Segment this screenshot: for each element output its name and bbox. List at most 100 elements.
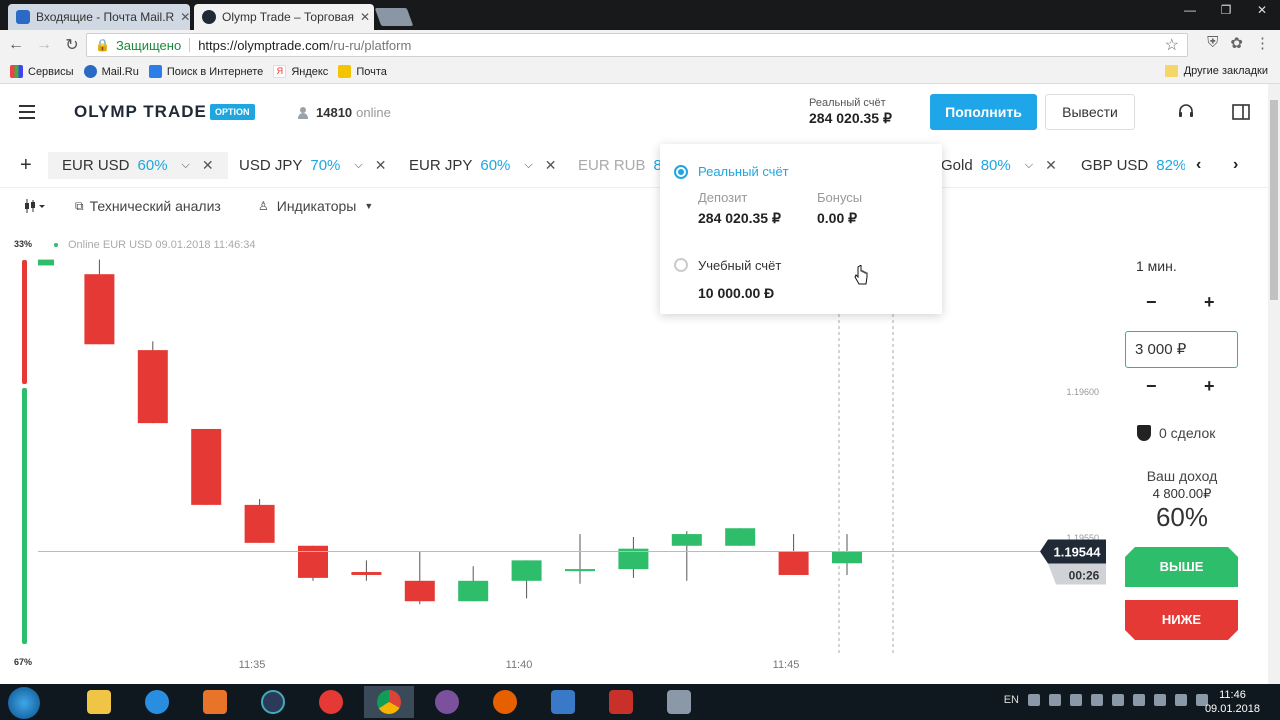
asset-payout: 70% xyxy=(310,157,341,174)
real-account-radio[interactable] xyxy=(674,165,688,179)
taskbar-firefox[interactable] xyxy=(480,686,530,718)
bookmark-yandex[interactable]: Я Яндекс xyxy=(273,65,328,78)
scroll-left-arrow-icon[interactable]: ‹ xyxy=(1196,156,1201,174)
amount-input[interactable]: 3 000 ₽ xyxy=(1125,331,1238,368)
other-bookmarks[interactable]: Другие закладки xyxy=(1164,65,1268,77)
forward-icon[interactable]: → xyxy=(32,36,56,54)
bookmark-mail[interactable]: Почта xyxy=(338,65,387,78)
demo-account-radio[interactable] xyxy=(674,258,688,272)
account-balance: 284 020.35 ₽ xyxy=(809,110,892,126)
deals-counter[interactable]: 0 сделок xyxy=(1137,425,1215,441)
mail-icon xyxy=(338,65,352,78)
taskbar-app10[interactable] xyxy=(654,686,704,718)
extensions: ⛨ ✿ ⋮ xyxy=(1207,34,1280,52)
url-input[interactable]: 🔒 Защищено https://olymptrade.com /ru-ru… xyxy=(86,33,1188,57)
taskbar-chrome[interactable] xyxy=(364,686,414,718)
back-icon[interactable]: ← xyxy=(4,36,28,54)
account-selector[interactable]: Реальный счёт 284 020.35 ₽ xyxy=(809,97,892,127)
extension-icon[interactable]: ✿ xyxy=(1230,34,1243,52)
close-asset-icon[interactable]: ✕ xyxy=(375,157,387,174)
time-minus-button[interactable]: − xyxy=(1146,292,1157,313)
taskbar-yandex[interactable] xyxy=(306,686,356,718)
amount-minus-button[interactable]: − xyxy=(1146,376,1157,397)
language-indicator[interactable]: EN xyxy=(1004,694,1019,706)
sentiment-green-bar xyxy=(22,388,27,644)
shield-extension-icon[interactable]: ⛨ xyxy=(1207,34,1218,52)
page-scrollbar[interactable] xyxy=(1268,84,1280,684)
clock[interactable]: 11:46 09.01.2018 xyxy=(1205,688,1260,716)
chevron-down-icon[interactable]: ⌵ xyxy=(1025,159,1033,172)
deposit-button[interactable]: Пополнить xyxy=(930,94,1037,130)
bonus-label: Бонусы xyxy=(817,190,863,205)
asset-tab-eurusd[interactable]: EUR USD 60% ⌵ ✕ xyxy=(48,152,228,179)
demo-account-title[interactable]: Учебный счёт xyxy=(698,258,781,273)
asset-tab-eurrub[interactable]: EUR RUB 8 xyxy=(578,157,662,174)
bookmark-label: Яндекс xyxy=(291,65,329,78)
asset-tab-gbpusd[interactable]: GBP USD 82% xyxy=(1081,157,1185,174)
online-label: online xyxy=(356,105,391,120)
candle-type-selector[interactable] xyxy=(24,198,46,214)
asset-tabs: + EUR USD 60% ⌵ ✕ USD JPY 70% ⌵ ✕ EUR JP… xyxy=(0,144,1268,188)
add-asset-button[interactable]: + xyxy=(20,154,32,177)
taskbar-app4[interactable] xyxy=(248,686,298,718)
close-asset-icon[interactable]: ✕ xyxy=(545,157,557,174)
browser-tab-mail[interactable]: Входящие - Почта Mail.R ✕ xyxy=(8,4,190,30)
chevron-down-icon[interactable]: ⌵ xyxy=(524,159,532,172)
sidebar-panel-icon[interactable] xyxy=(1231,102,1251,122)
technical-analysis-button[interactable]: ⧉ Технический анализ xyxy=(75,198,221,214)
deposit-label: Депозит xyxy=(698,190,748,205)
real-account-title[interactable]: Реальный счёт xyxy=(698,164,789,179)
taskbar-ie[interactable] xyxy=(132,686,182,718)
browser-tab-olymp[interactable]: Olymp Trade – Торговая ✕ xyxy=(194,4,374,30)
withdraw-button[interactable]: Вывести xyxy=(1045,94,1135,130)
asset-tab-usdjpy[interactable]: USD JPY 70% ⌵ ✕ xyxy=(239,157,386,174)
taskbar-app8[interactable] xyxy=(538,686,588,718)
close-asset-icon[interactable]: ✕ xyxy=(202,157,214,174)
support-headset-icon[interactable] xyxy=(1176,102,1196,122)
taskbar-explorer[interactable] xyxy=(74,686,124,718)
close-asset-icon[interactable]: ✕ xyxy=(1045,157,1057,174)
candle-body xyxy=(351,572,382,575)
yandex-browser-icon xyxy=(319,690,343,714)
candle-body xyxy=(244,504,275,543)
close-window-icon[interactable]: ✕ xyxy=(1244,0,1280,20)
taskbar-app9[interactable] xyxy=(596,686,646,718)
demo-value: 10 000.00 Ð xyxy=(698,285,775,301)
mail-favicon-icon xyxy=(16,10,30,24)
price-chart[interactable]: 1.19600 1.19550 11:35 11:40 11:45 1.19544 00:… xyxy=(0,224,1120,684)
minimize-icon[interactable]: — xyxy=(1172,0,1208,20)
menu-icon[interactable]: ⋮ xyxy=(1255,34,1270,52)
scroll-right-arrow-icon[interactable]: › xyxy=(1233,156,1238,174)
taskbar-viber[interactable] xyxy=(422,686,472,718)
bookmark-services[interactable]: Сервисы xyxy=(10,65,74,78)
hamburger-menu-icon[interactable] xyxy=(19,105,35,123)
other-bookmarks-label: Другие закладки xyxy=(1183,65,1268,77)
expiry-time[interactable]: 1 мин. xyxy=(1136,258,1177,274)
bookmark-star-icon[interactable]: ☆ xyxy=(1165,35,1179,55)
bookmark-search[interactable]: Поиск в Интернете xyxy=(148,65,263,78)
chevron-down-icon[interactable]: ⌵ xyxy=(354,159,362,172)
asset-tab-eurjpy[interactable]: EUR JPY 60% ⌵ ✕ xyxy=(409,157,556,174)
scrollbar-thumb[interactable] xyxy=(1270,100,1278,300)
hand-cursor-icon xyxy=(854,265,868,285)
higher-button[interactable]: ВЫШЕ xyxy=(1125,547,1238,587)
asset-tab-gold[interactable]: Gold 80% ⌵ ✕ xyxy=(941,157,1057,174)
taskbar-media[interactable] xyxy=(190,686,240,718)
firefox-icon xyxy=(493,690,517,714)
bookmark-label: Сервисы xyxy=(28,65,74,78)
indicators-button[interactable]: ♙ Индикаторы ▼ xyxy=(258,198,373,214)
bookmark-mailru[interactable]: Mail.Ru xyxy=(83,65,139,78)
time-plus-button[interactable]: + xyxy=(1204,292,1215,313)
close-tab-icon[interactable]: ✕ xyxy=(354,10,370,24)
lower-button[interactable]: НИЖЕ xyxy=(1125,600,1238,640)
account-dropdown: Реальный счёт Депозит Бонусы 284 020.35 … xyxy=(660,144,942,314)
close-tab-icon[interactable]: ✕ xyxy=(174,10,190,24)
new-tab-button[interactable] xyxy=(374,8,414,26)
reload-icon[interactable]: ↻ xyxy=(60,35,84,55)
divider xyxy=(189,38,191,52)
amount-plus-button[interactable]: + xyxy=(1204,376,1215,397)
start-button-icon[interactable] xyxy=(8,687,40,719)
chevron-down-icon[interactable]: ⌵ xyxy=(182,159,190,172)
maximize-icon[interactable]: ❐ xyxy=(1208,0,1244,20)
olymp-favicon-icon xyxy=(202,10,216,24)
